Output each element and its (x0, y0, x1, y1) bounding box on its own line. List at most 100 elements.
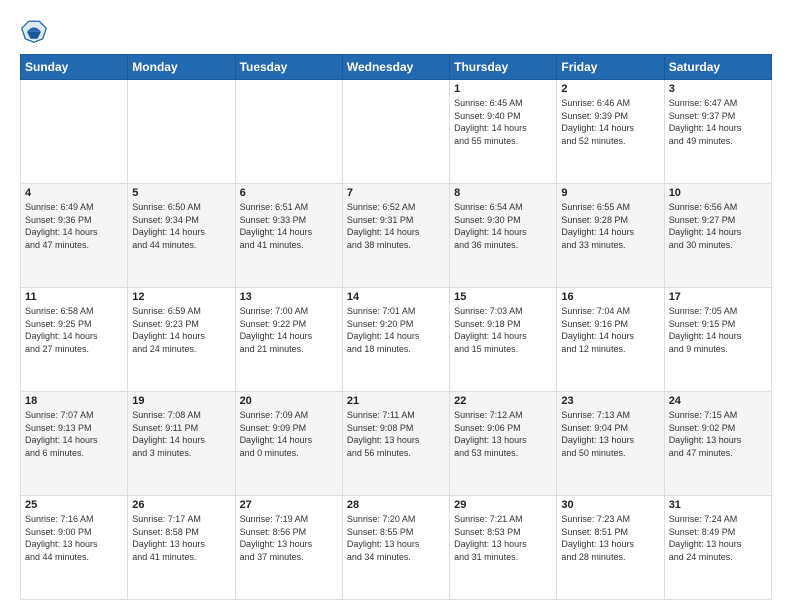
day-number: 7 (347, 187, 445, 199)
calendar-cell: 21 Sunrise: 7:11 AM Sunset: 9:08 PM Dayli… (342, 392, 449, 496)
calendar-cell (235, 80, 342, 184)
day-info: Sunrise: 6:49 AM Sunset: 9:36 PM Dayligh… (25, 201, 123, 251)
calendar-header-row: Sunday Monday Tuesday Wednesday Thursday… (21, 55, 772, 80)
day-info: Sunrise: 7:24 AM Sunset: 8:49 PM Dayligh… (669, 513, 767, 563)
calendar-cell: 30 Sunrise: 7:23 AM Sunset: 8:51 PM Dayli… (557, 496, 664, 600)
day-number: 16 (561, 291, 659, 303)
calendar-cell: 3Sunrise: 6:47 AM Sunset: 9:37 PM Daylig… (664, 80, 771, 184)
day-number: 18 (25, 395, 123, 407)
day-number: 30 (561, 499, 659, 511)
col-wednesday: Wednesday (342, 55, 449, 80)
day-number: 21 (347, 395, 445, 407)
day-info: Sunrise: 7:03 AM Sunset: 9:18 PM Dayligh… (454, 305, 552, 355)
day-number: 27 (240, 499, 338, 511)
col-sunday: Sunday (21, 55, 128, 80)
col-saturday: Saturday (664, 55, 771, 80)
day-info: Sunrise: 7:08 AM Sunset: 9:11 PM Dayligh… (132, 409, 230, 459)
calendar-cell: 31 Sunrise: 7:24 AM Sunset: 8:49 PM Dayli… (664, 496, 771, 600)
day-info: Sunrise: 7:20 AM Sunset: 8:55 PM Dayligh… (347, 513, 445, 563)
day-info: Sunrise: 7:11 AM Sunset: 9:08 PM Dayligh… (347, 409, 445, 459)
day-number: 25 (25, 499, 123, 511)
day-info: Sunrise: 6:50 AM Sunset: 9:34 PM Dayligh… (132, 201, 230, 251)
calendar-cell: 2 Sunrise: 6:46 AM Sunset: 9:39 PM Daylig… (557, 80, 664, 184)
day-number: 12 (132, 291, 230, 303)
day-info: Sunrise: 7:13 AM Sunset: 9:04 PM Dayligh… (561, 409, 659, 459)
calendar-week-2: 4 Sunrise: 6:49 AM Sunset: 9:36 PM Daylig… (21, 184, 772, 288)
logo (20, 16, 52, 44)
calendar-cell: 29 Sunrise: 7:21 AM Sunset: 8:53 PM Dayli… (450, 496, 557, 600)
day-info: Sunrise: 6:58 AM Sunset: 9:25 PM Dayligh… (25, 305, 123, 355)
calendar-cell: 6 Sunrise: 6:51 AM Sunset: 9:33 PM Daylig… (235, 184, 342, 288)
day-info: Sunrise: 7:23 AM Sunset: 8:51 PM Dayligh… (561, 513, 659, 563)
calendar-table: Sunday Monday Tuesday Wednesday Thursday… (20, 54, 772, 600)
day-info: Sunrise: 6:54 AM Sunset: 9:30 PM Dayligh… (454, 201, 552, 251)
day-number: 10 (669, 187, 767, 199)
calendar-week-1: 1Sunrise: 6:45 AM Sunset: 9:40 PM Daylig… (21, 80, 772, 184)
calendar-cell (128, 80, 235, 184)
day-info: Sunrise: 6:46 AM Sunset: 9:39 PM Dayligh… (561, 97, 659, 147)
col-thursday: Thursday (450, 55, 557, 80)
day-info: Sunrise: 6:55 AM Sunset: 9:28 PM Dayligh… (561, 201, 659, 251)
day-number: 13 (240, 291, 338, 303)
calendar-cell: 16 Sunrise: 7:04 AM Sunset: 9:16 PM Dayli… (557, 288, 664, 392)
calendar-cell: 27 Sunrise: 7:19 AM Sunset: 8:56 PM Dayli… (235, 496, 342, 600)
day-info: Sunrise: 6:56 AM Sunset: 9:27 PM Dayligh… (669, 201, 767, 251)
calendar-cell (342, 80, 449, 184)
calendar-cell (21, 80, 128, 184)
day-number: 14 (347, 291, 445, 303)
day-info: Sunrise: 7:21 AM Sunset: 8:53 PM Dayligh… (454, 513, 552, 563)
day-number: 6 (240, 187, 338, 199)
calendar-cell: 26Sunrise: 7:17 AM Sunset: 8:58 PM Dayli… (128, 496, 235, 600)
calendar-cell: 1Sunrise: 6:45 AM Sunset: 9:40 PM Daylig… (450, 80, 557, 184)
col-friday: Friday (557, 55, 664, 80)
calendar-cell: 18 Sunrise: 7:07 AM Sunset: 9:13 PM Dayli… (21, 392, 128, 496)
calendar-cell: 13Sunrise: 7:00 AM Sunset: 9:22 PM Dayli… (235, 288, 342, 392)
day-number: 9 (561, 187, 659, 199)
calendar-cell: 14 Sunrise: 7:01 AM Sunset: 9:20 PM Dayli… (342, 288, 449, 392)
day-number: 11 (25, 291, 123, 303)
day-number: 31 (669, 499, 767, 511)
day-info: Sunrise: 7:09 AM Sunset: 9:09 PM Dayligh… (240, 409, 338, 459)
day-info: Sunrise: 7:01 AM Sunset: 9:20 PM Dayligh… (347, 305, 445, 355)
calendar-cell: 7 Sunrise: 6:52 AM Sunset: 9:31 PM Daylig… (342, 184, 449, 288)
calendar-cell: 19Sunrise: 7:08 AM Sunset: 9:11 PM Dayli… (128, 392, 235, 496)
calendar-cell: 17 Sunrise: 7:05 AM Sunset: 9:15 PM Dayli… (664, 288, 771, 392)
calendar-week-5: 25 Sunrise: 7:16 AM Sunset: 9:00 PM Dayli… (21, 496, 772, 600)
day-info: Sunrise: 6:51 AM Sunset: 9:33 PM Dayligh… (240, 201, 338, 251)
calendar-cell: 5Sunrise: 6:50 AM Sunset: 9:34 PM Daylig… (128, 184, 235, 288)
calendar-cell: 15 Sunrise: 7:03 AM Sunset: 9:18 PM Dayli… (450, 288, 557, 392)
day-number: 22 (454, 395, 552, 407)
day-number: 29 (454, 499, 552, 511)
logo-icon (20, 16, 48, 44)
day-number: 8 (454, 187, 552, 199)
day-number: 20 (240, 395, 338, 407)
calendar-cell: 9 Sunrise: 6:55 AM Sunset: 9:28 PM Daylig… (557, 184, 664, 288)
day-info: Sunrise: 7:16 AM Sunset: 9:00 PM Dayligh… (25, 513, 123, 563)
calendar-cell: 4 Sunrise: 6:49 AM Sunset: 9:36 PM Daylig… (21, 184, 128, 288)
day-number: 2 (561, 83, 659, 95)
day-info: Sunrise: 6:59 AM Sunset: 9:23 PM Dayligh… (132, 305, 230, 355)
day-info: Sunrise: 6:52 AM Sunset: 9:31 PM Dayligh… (347, 201, 445, 251)
day-info: Sunrise: 7:19 AM Sunset: 8:56 PM Dayligh… (240, 513, 338, 563)
day-number: 3 (669, 83, 767, 95)
calendar-cell: 23Sunrise: 7:13 AM Sunset: 9:04 PM Dayli… (557, 392, 664, 496)
day-info: Sunrise: 7:07 AM Sunset: 9:13 PM Dayligh… (25, 409, 123, 459)
calendar-cell: 22Sunrise: 7:12 AM Sunset: 9:06 PM Dayli… (450, 392, 557, 496)
day-number: 15 (454, 291, 552, 303)
day-number: 17 (669, 291, 767, 303)
calendar-week-4: 18 Sunrise: 7:07 AM Sunset: 9:13 PM Dayli… (21, 392, 772, 496)
calendar-week-3: 11 Sunrise: 6:58 AM Sunset: 9:25 PM Dayli… (21, 288, 772, 392)
calendar-cell: 12 Sunrise: 6:59 AM Sunset: 9:23 PM Dayli… (128, 288, 235, 392)
day-number: 28 (347, 499, 445, 511)
calendar-cell: 25 Sunrise: 7:16 AM Sunset: 9:00 PM Dayli… (21, 496, 128, 600)
day-info: Sunrise: 7:15 AM Sunset: 9:02 PM Dayligh… (669, 409, 767, 459)
day-number: 4 (25, 187, 123, 199)
day-info: Sunrise: 6:45 AM Sunset: 9:40 PM Dayligh… (454, 97, 552, 147)
calendar-cell: 11 Sunrise: 6:58 AM Sunset: 9:25 PM Dayli… (21, 288, 128, 392)
day-info: Sunrise: 7:17 AM Sunset: 8:58 PM Dayligh… (132, 513, 230, 563)
day-info: Sunrise: 7:05 AM Sunset: 9:15 PM Dayligh… (669, 305, 767, 355)
day-info: Sunrise: 7:04 AM Sunset: 9:16 PM Dayligh… (561, 305, 659, 355)
col-tuesday: Tuesday (235, 55, 342, 80)
calendar-cell: 20 Sunrise: 7:09 AM Sunset: 9:09 PM Dayli… (235, 392, 342, 496)
calendar-cell: 28 Sunrise: 7:20 AM Sunset: 8:55 PM Dayli… (342, 496, 449, 600)
